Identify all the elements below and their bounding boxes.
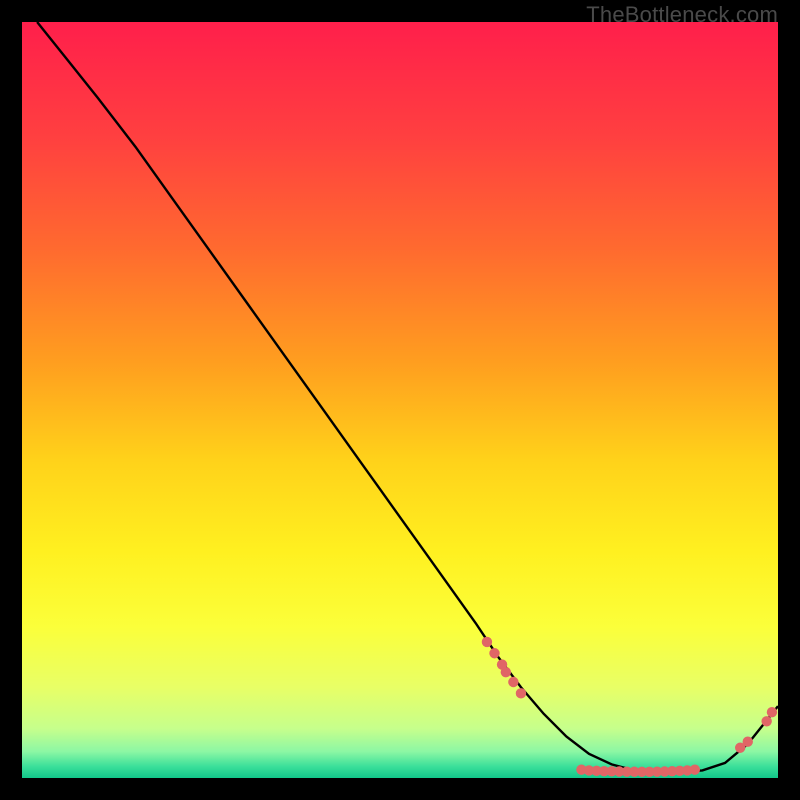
data-marker bbox=[761, 716, 771, 726]
plot-area bbox=[22, 22, 778, 778]
data-marker bbox=[482, 637, 492, 647]
data-marker bbox=[767, 707, 777, 717]
data-marker bbox=[516, 688, 526, 698]
data-marker bbox=[690, 764, 700, 774]
data-marker bbox=[743, 737, 753, 747]
gradient-background bbox=[22, 22, 778, 778]
data-marker bbox=[508, 677, 518, 687]
data-marker bbox=[489, 648, 499, 658]
data-marker bbox=[501, 667, 511, 677]
plot-svg bbox=[22, 22, 778, 778]
chart-stage: TheBottleneck.com bbox=[0, 0, 800, 800]
